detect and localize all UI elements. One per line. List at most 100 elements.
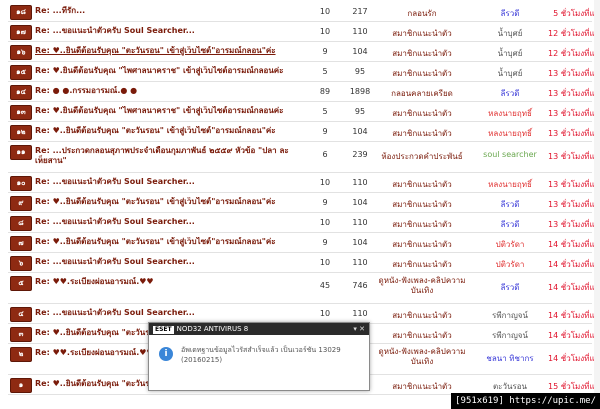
topic-title-link[interactable]: Re: ♥..ยินดีต้อนรับคุณ "ตะวันรอน" เข้าสู…	[35, 46, 297, 56]
board-link[interactable]: สมาชิกแนะนำตัว	[376, 238, 468, 251]
reply-count: 9	[322, 198, 328, 207]
nod32-notification[interactable]: ESET NOD32 ANTIVIRUS 8 ▾ ✕ i อัพเดทฐานข้อ…	[148, 322, 370, 391]
table-row: ๑๘ Re: ...ที่รัก... 10 217 กลอนรัก ลีรวดี 5 ชั…	[8, 2, 600, 22]
board-link[interactable]: สมาชิกแนะนำตัว	[376, 67, 468, 80]
scrollbar-gutter[interactable]	[594, 0, 600, 409]
reply-count: 10	[319, 218, 331, 227]
topic-number-badge: ๑๔	[10, 85, 32, 100]
reply-count: 6	[322, 150, 328, 159]
eset-logo: ESET	[153, 326, 174, 334]
board-link[interactable]: สมาชิกแนะนำตัว	[376, 27, 468, 40]
topic-number-badge: ๓	[10, 327, 32, 342]
topic-title-link[interactable]: Re: ...ที่รัก...	[35, 6, 297, 16]
view-count: 239	[352, 150, 368, 159]
nod32-titlebar: ESET NOD32 ANTIVIRUS 8 ▾ ✕	[149, 323, 369, 335]
table-row: ๑๐ Re: ...ขอแนะนำตัวครับ Soul Searcher...…	[8, 173, 600, 193]
topic-title-link[interactable]: Re: ♥..ยินดีต้อนรับคุณ "ตะวันรอน" เข้าสู…	[35, 197, 297, 207]
board-link[interactable]: สมาชิกแนะนำตัว	[376, 380, 468, 393]
topic-number-badge: ๑๓	[10, 105, 32, 120]
table-row: ๖ Re: ...ขอแนะนำตัวครับ Soul Searcher... 1…	[8, 253, 600, 273]
view-count: 746	[352, 281, 368, 290]
last-post-time: 14 ชั่วโมงที่แล้ว	[548, 260, 600, 269]
window-controls[interactable]: ▾ ✕	[353, 323, 365, 335]
last-post-time: 15 ชั่วโมงที่แล้ว	[548, 382, 600, 391]
last-post-time: 13 ชั่วโมงที่แล้ว	[548, 69, 600, 78]
table-row: ๑๒ Re: ♥..ยินดีต้อนรับคุณ "ตะวันรอน" เข้า…	[8, 122, 600, 142]
last-post-time: 13 ชั่วโมงที่แล้ว	[548, 89, 600, 98]
topic-title-link[interactable]: Re: ● ●.กรรมอารมณ์.● ●	[35, 86, 297, 96]
board-link[interactable]: สมาชิกแนะนำตัว	[376, 178, 468, 191]
board-link[interactable]: ห้องประกวดคำประพันธ์	[376, 150, 468, 163]
table-row: ๘ Re: ...ขอแนะนำตัวครับ Soul Searcher... 1…	[8, 213, 600, 233]
view-count: 104	[352, 198, 368, 207]
board-link[interactable]: สมาชิกแนะนำตัว	[376, 309, 468, 322]
view-count: 104	[352, 238, 368, 247]
topic-number-badge: ๔	[10, 307, 32, 322]
table-row: ๑๖ Re: ♥..ยินดีต้อนรับคุณ "ตะวันรอน" เข้า…	[8, 42, 600, 62]
topic-number-badge: ๑๖	[10, 45, 32, 60]
board-link[interactable]: ดูหนัง-ฟังเพลง-คลิปความบันเทิง	[376, 347, 468, 367]
view-count: 110	[352, 218, 368, 227]
table-row: ๑๗ Re: ...ขอแนะนำตัวครับ Soul Searcher...…	[8, 22, 600, 42]
board-link[interactable]: สมาชิกแนะนำตัว	[376, 127, 468, 140]
table-row: ๑๓ Re: ♥.ยินดีต้อนรับคุณ "ไพศาลนาคราช" เข…	[8, 102, 600, 122]
table-row: ๔ Re: ...ขอแนะนำตัวครับ Soul Searcher... 1…	[8, 304, 600, 324]
topic-title-link[interactable]: Re: ...ขอแนะนำตัวครับ Soul Searcher...	[35, 177, 297, 187]
last-post-time: 14 ชั่วโมงที่แล้ว	[548, 311, 600, 320]
board-link[interactable]: กลอนรัก	[376, 7, 468, 20]
topic-number-badge: ๑๕	[10, 65, 32, 80]
last-post-time: 5 ชั่วโมงที่แล้ว	[553, 9, 600, 18]
last-post-time: 14 ชั่วโมงที่แล้ว	[548, 283, 600, 292]
topic-title-link[interactable]: Re: ...ประกวดกลอนสุภาพประจำเดือนกุมภาพัน…	[35, 146, 297, 168]
nod32-message: อัพเดทฐานข้อมูลไวรัสสำเร็จแล้ว เป็นเวอร์…	[181, 346, 341, 364]
watermark: [951x619] https://upic.me/	[451, 393, 600, 409]
board-link[interactable]: กลอนคลายเครียด	[376, 87, 468, 100]
topic-number-badge: ๘	[10, 216, 32, 231]
topic-number-badge: ๑๘	[10, 5, 32, 20]
topic-title-link[interactable]: Re: ...ขอแนะนำตัวครับ Soul Searcher...	[35, 257, 297, 267]
board-link[interactable]: สมาชิกแนะนำตัว	[376, 107, 468, 120]
table-row: ๕ Re: ♥♥.ระเบียงผ่อนอารมณ์.♥♥ 45 746 ดูหนัง-…	[8, 273, 600, 304]
reply-count: 5	[322, 107, 328, 116]
last-post-time: 12 ชั่วโมงที่แล้ว	[548, 49, 600, 58]
table-row: ๑๑ Re: ...ประกวดกลอนสุภาพประจำเดือนกุมภาพ…	[8, 142, 600, 173]
board-link[interactable]: ดูหนัง-ฟังเพลง-คลิปความบันเทิง	[376, 276, 468, 296]
reply-count: 9	[322, 47, 328, 56]
topic-number-badge: ๑๗	[10, 25, 32, 40]
topic-title-link[interactable]: Re: ...ขอแนะนำตัวครับ Soul Searcher...	[35, 308, 297, 318]
topic-title-link[interactable]: Re: ♥..ยินดีต้อนรับคุณ "ตะวันรอน" เข้าสู…	[35, 126, 297, 136]
view-count: 110	[352, 27, 368, 36]
board-link[interactable]: สมาชิกแนะนำตัว	[376, 329, 468, 342]
view-count: 104	[352, 47, 368, 56]
topic-number-badge: ๙	[10, 196, 32, 211]
last-post-time: 13 ชั่วโมงที่แล้ว	[548, 220, 600, 229]
view-count: 110	[352, 178, 368, 187]
reply-count: 10	[319, 258, 331, 267]
table-row: ๗ Re: ♥..ยินดีต้อนรับคุณ "ตะวันรอน" เข้าส…	[8, 233, 600, 253]
topic-title-link[interactable]: Re: ♥.ยินดีต้อนรับคุณ "ไพศาลนาคราช" เข้า…	[35, 106, 297, 116]
topic-title-link[interactable]: Re: ...ขอแนะนำตัวครับ Soul Searcher...	[35, 217, 297, 227]
topic-title-link[interactable]: Re: ♥♥.ระเบียงผ่อนอารมณ์.♥♥	[35, 277, 297, 299]
reply-count: 9	[322, 127, 328, 136]
view-count: 104	[352, 127, 368, 136]
board-link[interactable]: สมาชิกแนะนำตัว	[376, 198, 468, 211]
nod32-title: NOD32 ANTIVIRUS 8	[176, 325, 249, 333]
topic-title-link[interactable]: Re: ...ขอแนะนำตัวครับ Soul Searcher...	[35, 26, 297, 36]
reply-count: 10	[319, 178, 331, 187]
reply-count: 9	[322, 238, 328, 247]
view-count: 95	[354, 107, 366, 116]
topic-number-badge: ๑	[10, 378, 32, 393]
view-count: 217	[352, 7, 368, 16]
last-post-time: 12 ชั่วโมงที่แล้ว	[548, 29, 600, 38]
topic-number-badge: ๖	[10, 256, 32, 271]
last-post-time: 14 ชั่วโมงที่แล้ว	[548, 331, 600, 340]
topic-number-badge: ๕	[10, 276, 32, 291]
topic-number-badge: ๑๐	[10, 176, 32, 191]
view-count: 110	[352, 309, 368, 318]
last-post-time: 14 ชั่วโมงที่แล้ว	[548, 354, 600, 363]
board-link[interactable]: สมาชิกแนะนำตัว	[376, 47, 468, 60]
board-link[interactable]: สมาชิกแนะนำตัว	[376, 258, 468, 271]
board-link[interactable]: สมาชิกแนะนำตัว	[376, 218, 468, 231]
topic-title-link[interactable]: Re: ♥..ยินดีต้อนรับคุณ "ตะวันรอน" เข้าสู…	[35, 237, 297, 247]
topic-title-link[interactable]: Re: ♥.ยินดีต้อนรับคุณ "ไพศาลนาคราช" เข้า…	[35, 66, 297, 76]
